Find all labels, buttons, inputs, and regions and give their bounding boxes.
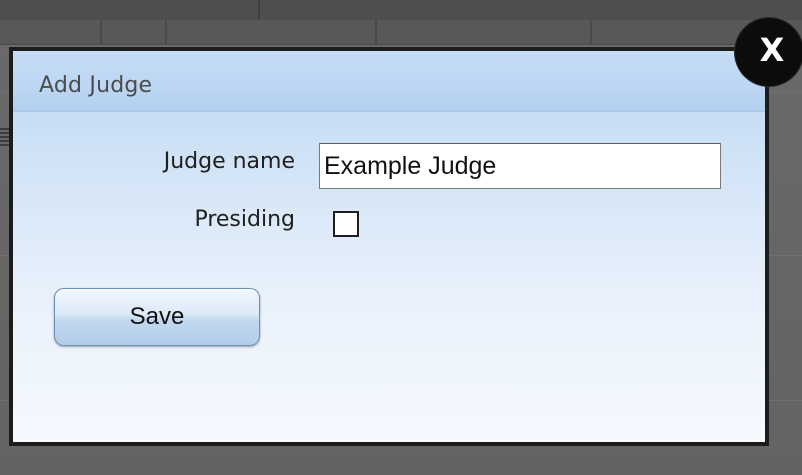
close-button[interactable]: X bbox=[735, 18, 802, 86]
background-table-header bbox=[0, 20, 802, 45]
dialog-title: Add Judge bbox=[39, 73, 153, 98]
add-judge-dialog: Add Judge Judge name Presiding Save bbox=[9, 47, 769, 446]
background-toolbar bbox=[0, 0, 802, 20]
background-column-divider bbox=[375, 20, 377, 44]
save-button[interactable]: Save bbox=[54, 288, 260, 346]
judge-name-label: Judge name bbox=[163, 149, 295, 174]
presiding-checkbox[interactable] bbox=[333, 211, 359, 237]
judge-name-input[interactable] bbox=[319, 143, 721, 189]
background-column-divider bbox=[165, 20, 167, 44]
close-icon: X bbox=[759, 31, 785, 69]
dialog-title-bar: Add Judge bbox=[13, 51, 765, 112]
background-column-divider bbox=[590, 20, 592, 44]
presiding-label: Presiding bbox=[194, 207, 295, 232]
background-column-divider bbox=[100, 20, 102, 44]
